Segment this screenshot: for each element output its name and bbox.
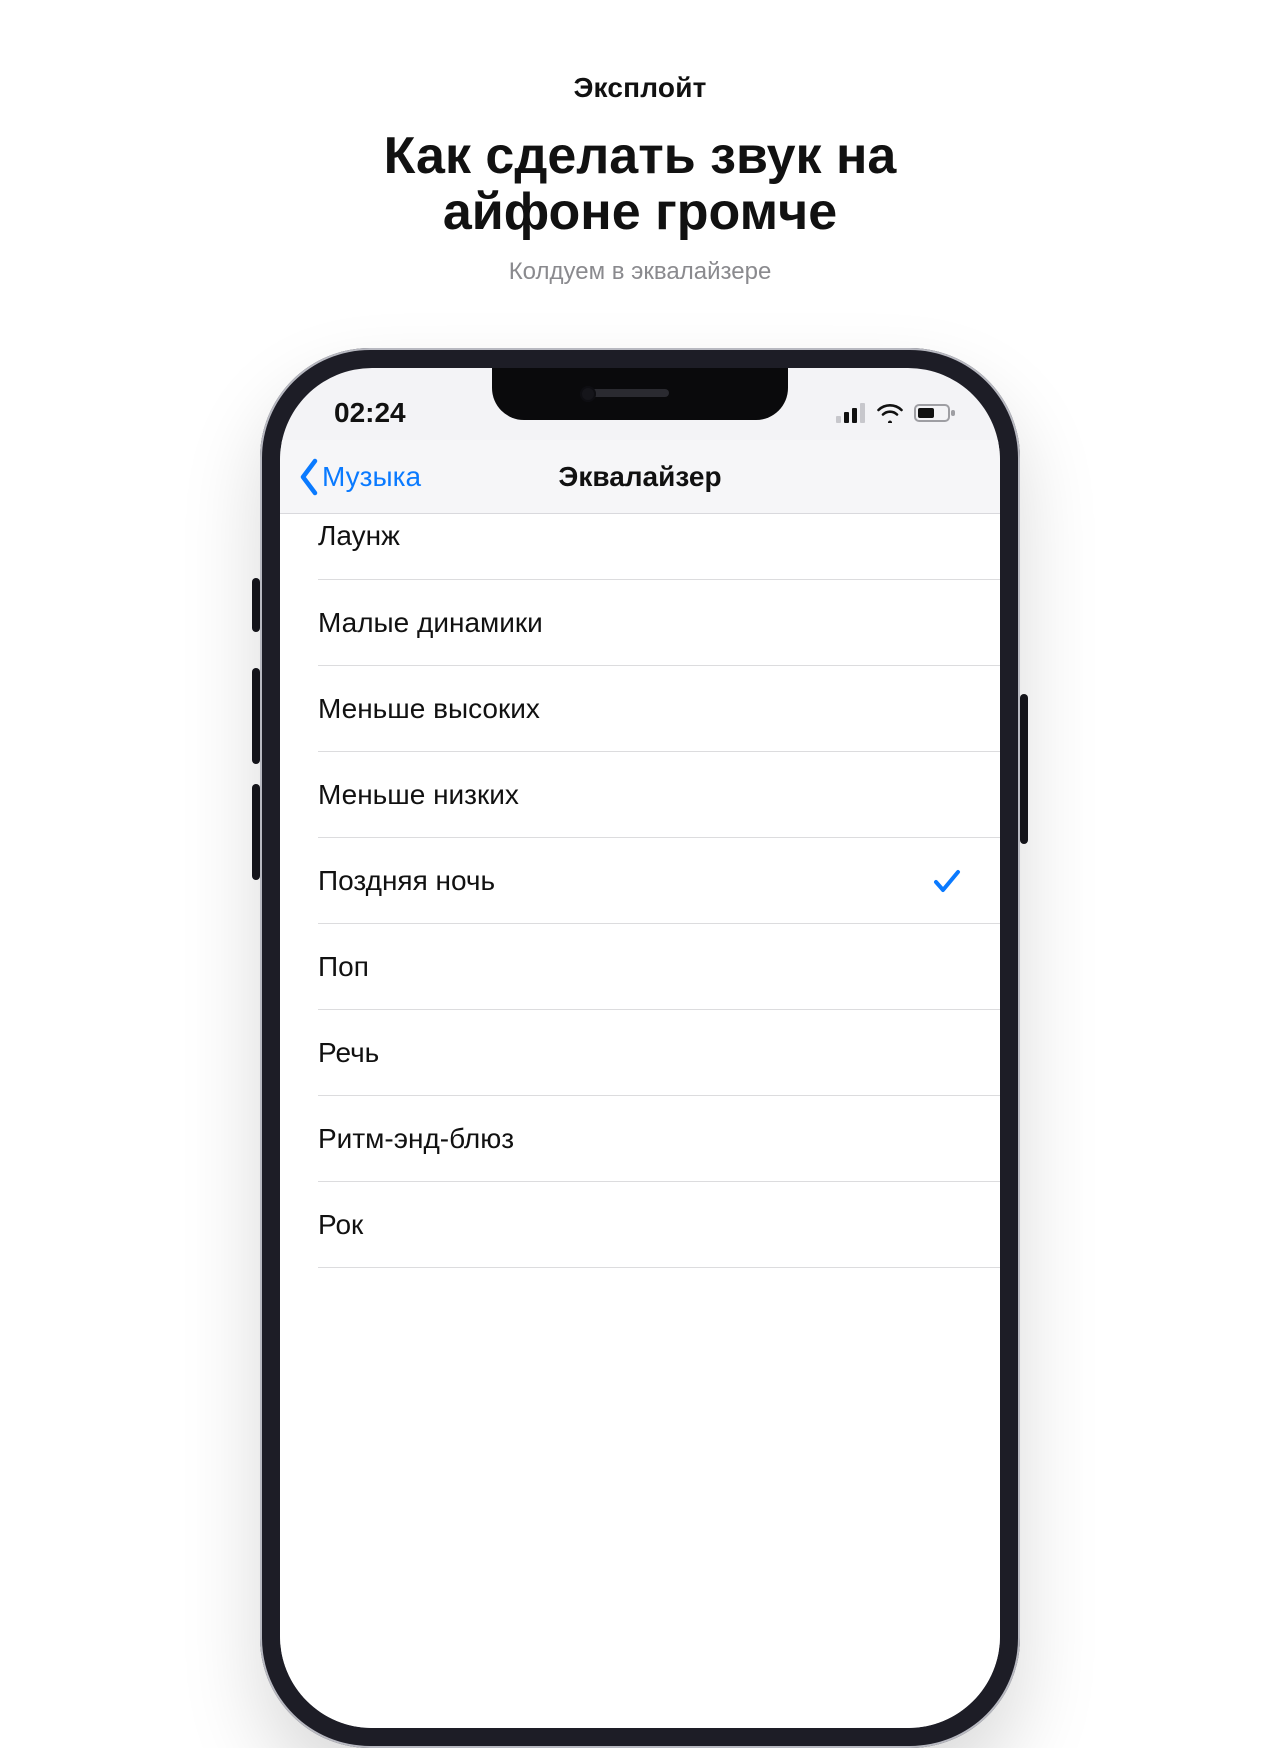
headline-line1: Как сделать звук на <box>384 127 897 185</box>
notch <box>492 368 788 420</box>
wifi-icon <box>876 403 904 423</box>
eq-option-label: Речь <box>318 1037 379 1069</box>
back-button[interactable]: Музыка <box>298 458 421 496</box>
status-time: 02:24 <box>334 397 406 429</box>
eq-option[interactable]: Ритм-энд-блюз <box>280 1096 1000 1182</box>
phone-mockup: 02:24 <box>260 348 1020 1748</box>
eq-option-label: Рок <box>318 1209 363 1241</box>
eq-option-label: Меньше высоких <box>318 693 540 725</box>
nav-bar: Музыка Эквалайзер <box>280 440 1000 514</box>
eq-option[interactable]: Меньше низких <box>280 752 1000 838</box>
chevron-left-icon <box>298 458 320 496</box>
eq-option[interactable]: Малые динамики <box>280 580 1000 666</box>
eq-option[interactable]: Рок <box>280 1182 1000 1268</box>
phone-screen: 02:24 <box>280 368 1000 1728</box>
eq-option-label: Малые динамики <box>318 607 543 639</box>
volume-up-button <box>252 668 260 764</box>
eq-option-label: Поздняя ночь <box>318 865 495 897</box>
eq-option[interactable]: Меньше высоких <box>280 666 1000 752</box>
headline-line2: айфоне громче <box>443 183 837 241</box>
eq-option-label: Поп <box>318 951 369 983</box>
mute-switch <box>252 578 260 632</box>
volume-down-button <box>252 784 260 880</box>
brand-label: Эксплойт <box>0 72 1280 104</box>
status-icons <box>836 403 956 423</box>
eq-option-label: Лаунж <box>318 520 400 552</box>
article-header: Эксплойт Как сделать звук на айфоне гром… <box>0 0 1280 286</box>
battery-icon <box>914 403 956 423</box>
front-camera-icon <box>580 386 596 402</box>
article-subhead: Колдуем в эквалайзере <box>0 258 1280 286</box>
eq-option[interactable]: Речь <box>280 1010 1000 1096</box>
article-headline: Как сделать звук на айфоне громче <box>0 128 1280 240</box>
phone-frame: 02:24 <box>260 348 1020 1748</box>
eq-option[interactable]: Поздняя ночь <box>280 838 1000 924</box>
power-button <box>1020 694 1028 844</box>
checkmark-icon <box>932 866 962 896</box>
eq-option[interactable]: Лаунж <box>280 514 1000 580</box>
eq-option[interactable]: Поп <box>280 924 1000 1010</box>
equalizer-list[interactable]: Лаунж Малые динамики Меньше высоких Меньше … <box>280 514 1000 1728</box>
speaker-grille-icon <box>585 389 669 397</box>
cellular-icon <box>836 403 866 423</box>
eq-option-label: Меньше низких <box>318 779 519 811</box>
eq-option-label: Ритм-энд-блюз <box>318 1123 514 1155</box>
back-label: Музыка <box>322 461 421 493</box>
